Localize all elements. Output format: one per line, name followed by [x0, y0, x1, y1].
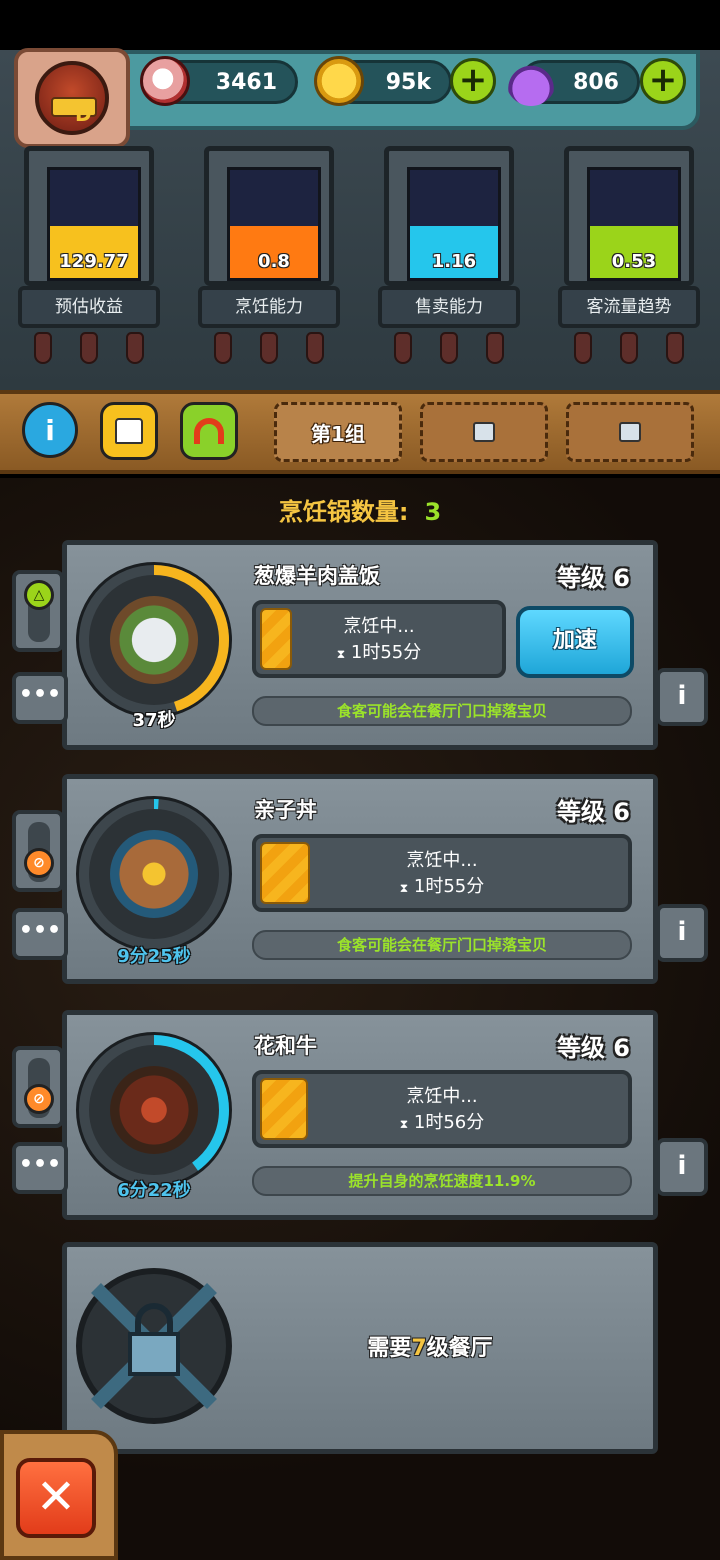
gauge-value: 129.77: [59, 251, 129, 272]
gauge-estimated-revenue: 129.77 预估收益: [14, 146, 164, 376]
hourglass-icon: ⧗: [399, 1117, 409, 1131]
cooking-time: 1时56分: [413, 1112, 485, 1133]
cooking-progress: 烹饪中... ⧗ 1时55分: [252, 834, 632, 912]
outfit-button[interactable]: [100, 402, 158, 460]
cooking-progress: 烹饪中... ⧗ 1时55分: [252, 600, 506, 678]
add-coins-button[interactable]: +: [450, 58, 496, 104]
avatar-rank-badge: D: [75, 102, 92, 126]
cooking-time: 1时55分: [413, 876, 485, 897]
dish-timer-ring: [76, 1032, 232, 1188]
dish-effect: 食客可能会在餐厅门口掉落宝贝: [252, 696, 632, 726]
potion-count: 806: [573, 69, 619, 95]
cooking-status: 烹饪中...: [343, 616, 415, 637]
restaurant-avatar[interactable]: D: [14, 48, 130, 148]
gauge-tube: 1.16: [407, 167, 501, 281]
close-button[interactable]: ✕: [16, 1458, 96, 1538]
dish-timer: 37秒: [132, 710, 176, 731]
dish-level: 等级 6: [556, 1034, 630, 1062]
lock-icon: [473, 422, 495, 442]
gauge-label: 预估收益: [18, 286, 160, 328]
monster-avatar-icon: [35, 61, 109, 135]
dish-effect: 食客可能会在餐厅门口掉落宝贝: [252, 930, 632, 960]
status-bar: [0, 0, 720, 50]
hourglass-icon: ⧗: [399, 881, 409, 895]
progress-text: 烹饪中... ⧗ 1时56分: [256, 1084, 628, 1137]
cooking-time: 1时55分: [350, 642, 422, 663]
speed-up-button[interactable]: 加速: [516, 606, 634, 678]
dish-level: 等级 6: [556, 564, 630, 592]
tab-group-1[interactable]: 第1组: [274, 402, 402, 462]
pot-count: 烹饪锅数量: 3: [0, 492, 720, 527]
shirt-icon: [115, 418, 143, 444]
progress-text: 烹饪中... ⧗ 1时55分: [256, 848, 628, 901]
priority-toggle[interactable]: ⊘: [12, 810, 64, 892]
gauge-pipes: [34, 332, 144, 366]
gauge-label: 售卖能力: [378, 286, 520, 328]
cooking-progress: 烹饪中... ⧗ 1时56分: [252, 1070, 632, 1148]
lamb-rice-dish-icon: [110, 596, 198, 684]
gauge-pipes: [214, 332, 324, 366]
gauge-tube: 0.53: [587, 167, 681, 281]
pot-count-value: 3: [424, 498, 442, 526]
gauge-label: 客流量趋势: [558, 286, 700, 328]
add-potions-button[interactable]: +: [640, 58, 686, 104]
ingredient-button[interactable]: [180, 402, 238, 460]
gauge-value: 0.8: [258, 251, 290, 272]
gauge-cooking-ability: 0.8 烹饪能力: [194, 146, 344, 376]
gauge-selling-ability: 1.16 售卖能力: [374, 146, 524, 376]
gauge-frame: 1.16: [384, 146, 514, 286]
more-button[interactable]: •••: [12, 908, 68, 960]
coin-count: 95k: [385, 69, 431, 95]
dish-info-button[interactable]: i: [656, 668, 708, 726]
gauge-tube: 129.77: [47, 167, 141, 281]
locked-requirement: 需要7级餐厅: [367, 1336, 493, 1361]
tab-locked-3[interactable]: [566, 402, 694, 462]
potion-icon: [506, 56, 556, 106]
disabled-icon: ⊘: [24, 848, 54, 878]
gauge-label: 烹饪能力: [198, 286, 340, 328]
magnet-icon: [194, 418, 224, 444]
gauge-pipes: [574, 332, 684, 366]
pot-count-label: 烹饪锅数量:: [278, 498, 409, 526]
gauge-frame: 129.77: [24, 146, 154, 286]
locked-pot-slot: [76, 1268, 232, 1424]
info-button[interactable]: i: [22, 402, 78, 458]
oyakodon-dish-icon: [110, 830, 198, 918]
dish-name: 花和牛: [254, 1034, 317, 1058]
dish-name: 葱爆羊肉盖饭: [254, 564, 380, 588]
gauge-frame: 0.8: [204, 146, 334, 286]
dish-timer-ring: [76, 796, 232, 952]
disabled-icon: ⊘: [24, 1084, 54, 1114]
gauge-tube: 0.8: [227, 167, 321, 281]
eyeball-icon: [140, 56, 190, 106]
dish-name: 亲子丼: [254, 798, 317, 822]
dish-level: 等级 6: [556, 798, 630, 826]
lock-icon: [619, 422, 641, 442]
dish-timer: 9分25秒: [117, 946, 191, 967]
priority-toggle[interactable]: △: [12, 570, 64, 652]
dish-timer-ring: [76, 562, 232, 718]
tab-locked-2[interactable]: [420, 402, 548, 462]
more-button[interactable]: •••: [12, 1142, 68, 1194]
progress-text: 烹饪中... ⧗ 1时55分: [256, 614, 502, 667]
gauge-value: 0.53: [611, 251, 657, 272]
dish-info-button[interactable]: i: [656, 1138, 708, 1196]
hourglass-icon: ⧗: [336, 647, 346, 661]
priority-toggle[interactable]: ⊘: [12, 1046, 64, 1128]
dish-info-button[interactable]: i: [656, 904, 708, 962]
cooking-status: 烹饪中...: [406, 850, 478, 871]
eye-count: 3461: [215, 69, 277, 95]
gauge-traffic-trend: 0.53 客流量趋势: [554, 146, 704, 376]
dish-effect: 提升自身的烹饪速度11.9%: [252, 1166, 632, 1196]
gauge-pipes: [394, 332, 504, 366]
more-button[interactable]: •••: [12, 672, 68, 724]
coin-icon: [314, 56, 364, 106]
wagyu-dish-icon: [110, 1066, 198, 1154]
gauge-value: 1.16: [431, 251, 477, 272]
gauge-frame: 0.53: [564, 146, 694, 286]
cooking-status: 烹饪中...: [406, 1086, 478, 1107]
dish-timer: 6分22秒: [117, 1180, 191, 1201]
arrow-up-icon: △: [24, 580, 54, 610]
chains-lock-icon: [91, 1283, 217, 1409]
